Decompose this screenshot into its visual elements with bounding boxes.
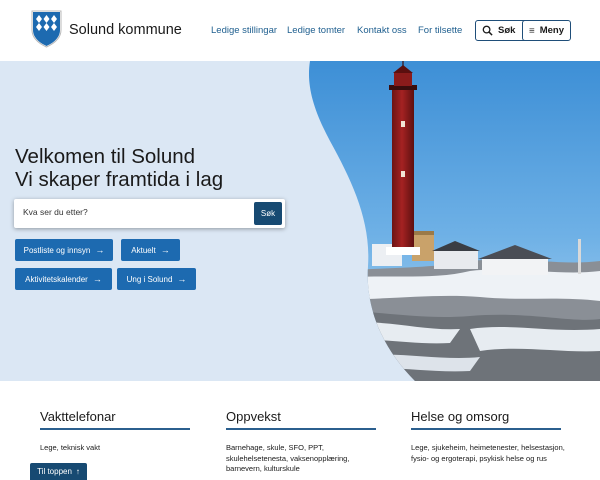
hero-title: Velkomen til Solund Vi skaper framtida i… xyxy=(15,145,223,191)
quick-link-postliste[interactable]: Postliste og innsyn → xyxy=(15,239,113,261)
hero-search-input[interactable] xyxy=(23,207,253,217)
to-top-label: Til toppen xyxy=(37,467,72,476)
nav-for-tilsette[interactable]: For tilsette xyxy=(418,25,462,36)
menu-icon xyxy=(529,28,535,33)
search-icon xyxy=(482,25,493,36)
hero-section: Velkomen til Solund Vi skaper framtida i… xyxy=(0,61,600,381)
arrow-up-icon: ↑ xyxy=(75,467,80,476)
hero-title-line2: Vi skaper framtida i lag xyxy=(15,168,224,191)
section-divider xyxy=(226,428,376,430)
search-label: Søk xyxy=(498,25,516,36)
section-divider xyxy=(411,428,561,430)
menu-button[interactable]: Meny xyxy=(522,20,571,41)
section-title-oppvekst[interactable]: Oppvekst xyxy=(226,409,281,424)
section-text-vakttelefonar: Lege, teknisk vakt xyxy=(40,443,101,452)
site-header: Solund kommune Ledige stillingar Ledige … xyxy=(0,0,600,61)
menu-label: Meny xyxy=(539,25,564,36)
arrow-right-icon: → xyxy=(95,245,105,255)
section-divider xyxy=(40,428,190,430)
quick-link-label: Postliste og innsyn xyxy=(23,245,91,255)
arrow-right-icon: → xyxy=(177,274,187,284)
quick-link-aktivitetskalender[interactable]: Aktivitetskalender → xyxy=(15,268,112,290)
nav-ledige-stillingar[interactable]: Ledige stillingar xyxy=(211,25,277,36)
quick-link-aktuelt[interactable]: Aktuelt → xyxy=(121,239,180,261)
section-title-helse-og-omsorg[interactable]: Helse og omsorg xyxy=(411,409,509,424)
section-text-oppvekst: Barnehage, skule, SFO, PPT, skulehelsete… xyxy=(226,443,350,473)
coat-of-arms-icon[interactable] xyxy=(31,10,62,48)
section-text-helse-og-omsorg: Lege, sjukeheim, heimetenester, helsesta… xyxy=(411,443,565,463)
section-title-vakttelefonar[interactable]: Vakttelefonar xyxy=(40,409,116,424)
arrow-right-icon: → xyxy=(160,245,170,255)
arrow-right-icon: → xyxy=(92,274,102,284)
nav-ledige-tomter[interactable]: Ledige tomter xyxy=(287,25,345,36)
quick-link-label: Ung i Solund xyxy=(126,274,173,284)
nav-kontakt-oss[interactable]: Kontakt oss xyxy=(357,25,407,36)
to-top-button[interactable]: Til toppen ↑ xyxy=(30,463,87,480)
quick-link-ung-i-solund[interactable]: Ung i Solund → xyxy=(117,268,196,290)
hero-search-button[interactable]: Søk xyxy=(254,202,282,225)
quick-link-label: Aktivitetskalender xyxy=(25,274,88,284)
quick-link-label: Aktuelt xyxy=(131,245,156,255)
hero-search-box: Søk xyxy=(14,199,285,228)
hero-title-line1: Velkomen til Solund xyxy=(15,145,196,168)
brand-name[interactable]: Solund kommune xyxy=(69,22,182,38)
